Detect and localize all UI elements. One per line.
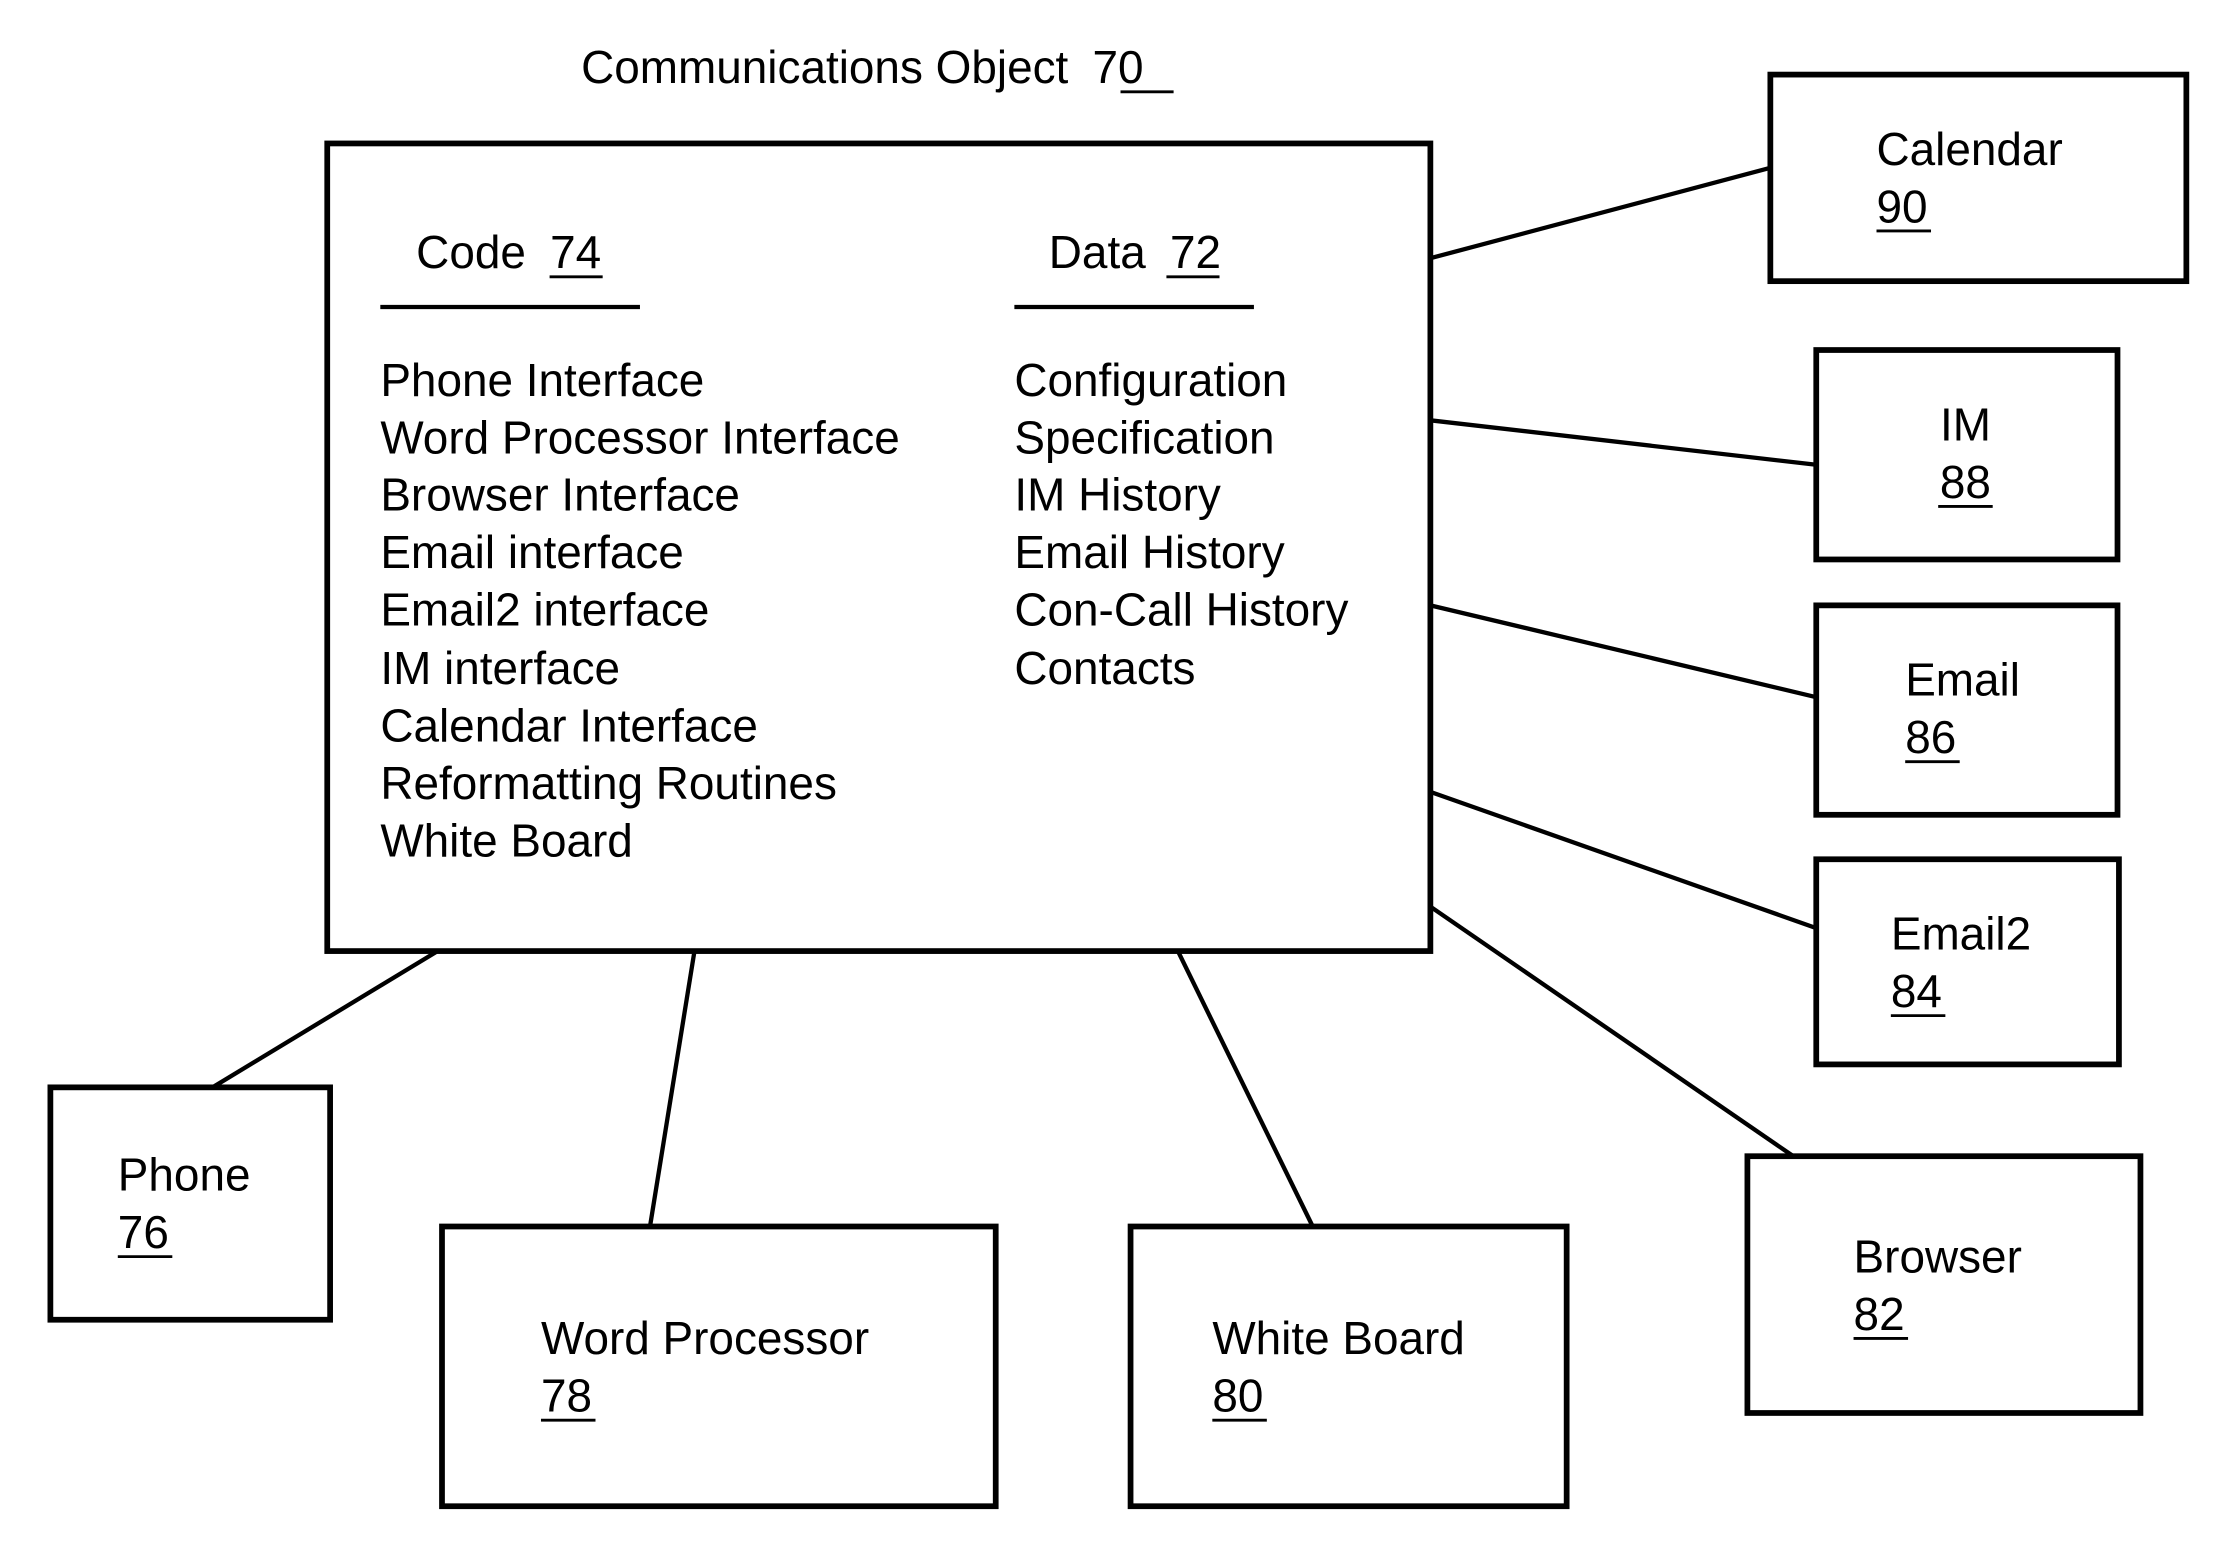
svg-text:Data 72: Data 72: [1049, 226, 1221, 278]
node-browser[interactable]: Browser 82: [1744, 1153, 2144, 1416]
word-processor-ref: 78: [541, 1370, 592, 1422]
node-im[interactable]: IM 88: [1813, 347, 2121, 563]
connector-im: [1430, 418, 1817, 467]
code-heading: Code: [416, 226, 526, 278]
phone-box: [47, 1084, 333, 1323]
code-item: Reformatting Routines: [380, 757, 837, 809]
code-ref: 74: [550, 226, 601, 278]
im-label: IM: [1940, 398, 1991, 450]
calendar-label: Calendar: [1877, 123, 2063, 175]
connector-phone: [211, 949, 439, 1090]
im-box: [1813, 347, 2121, 563]
im-ref: 88: [1940, 456, 1991, 508]
communications-object-box[interactable]: Code 74 Phone Interface Word Processor I…: [324, 140, 1434, 954]
browser-label: Browser: [1854, 1230, 2022, 1282]
node-email[interactable]: Email 86: [1813, 602, 2121, 818]
data-item: Con-Call History: [1014, 583, 1348, 635]
title-label: Communications Object: [581, 41, 1068, 93]
data-item: IM History: [1014, 469, 1221, 521]
svg-text:Communications Object 70: Communications Object 70: [581, 41, 1143, 93]
node-email2[interactable]: Email2 84: [1813, 856, 2122, 1068]
data-item: Contacts: [1014, 642, 1195, 694]
calendar-ref: 90: [1877, 180, 1928, 232]
email2-label: Email2: [1891, 908, 2031, 960]
browser-ref: 82: [1854, 1288, 1905, 1340]
white-board-ref: 80: [1212, 1370, 1263, 1422]
email-box: [1813, 602, 2121, 818]
code-item: White Board: [380, 814, 633, 866]
code-item: Word Processor Interface: [380, 411, 899, 463]
email2-box: [1813, 856, 2122, 1068]
email-ref: 86: [1905, 711, 1956, 763]
node-word-processor[interactable]: Word Processor 78: [439, 1223, 999, 1510]
code-item: Phone Interface: [380, 354, 704, 406]
calendar-box: [1767, 71, 2190, 285]
code-item: Calendar Interface: [380, 700, 758, 752]
node-calendar[interactable]: Calendar 90: [1767, 71, 2190, 285]
white-board-box: [1127, 1223, 1570, 1510]
word-processor-label: Word Processor: [541, 1312, 869, 1364]
data-heading: Data: [1049, 226, 1146, 278]
diagram-title: Communications Object 70: [581, 41, 1174, 94]
diagram-canvas: Communications Object 70 Code 74 Phone I…: [47, 41, 2190, 1510]
code-item: Browser Interface: [380, 469, 740, 521]
svg-text:Code 74: Code 74: [416, 226, 601, 278]
code-item: Email2 interface: [380, 583, 709, 635]
data-item: Email History: [1014, 526, 1284, 578]
connector-word-processor: [647, 950, 697, 1227]
word-processor-box: [439, 1223, 999, 1510]
browser-box: [1744, 1153, 2144, 1416]
email2-ref: 84: [1891, 965, 1942, 1017]
connector-browser: [1429, 904, 1795, 1158]
email-label: Email: [1905, 654, 2020, 706]
connector-email: [1429, 603, 1817, 700]
data-item: Configuration: [1014, 354, 1287, 406]
node-phone[interactable]: Phone 76: [47, 1084, 333, 1323]
data-ref: 72: [1170, 226, 1221, 278]
code-item: Email interface: [380, 526, 684, 578]
title-ref: 70: [1093, 41, 1144, 93]
data-item: Specification: [1014, 411, 1274, 463]
node-white-board[interactable]: White Board 80: [1127, 1223, 1570, 1510]
connector-white-board: [1175, 950, 1315, 1228]
phone-ref: 76: [118, 1206, 169, 1258]
connector-calendar: [1429, 165, 1771, 261]
connector-email2: [1429, 789, 1817, 931]
phone-label: Phone: [118, 1149, 251, 1201]
code-item: IM interface: [380, 642, 620, 694]
white-board-label: White Board: [1212, 1312, 1465, 1364]
